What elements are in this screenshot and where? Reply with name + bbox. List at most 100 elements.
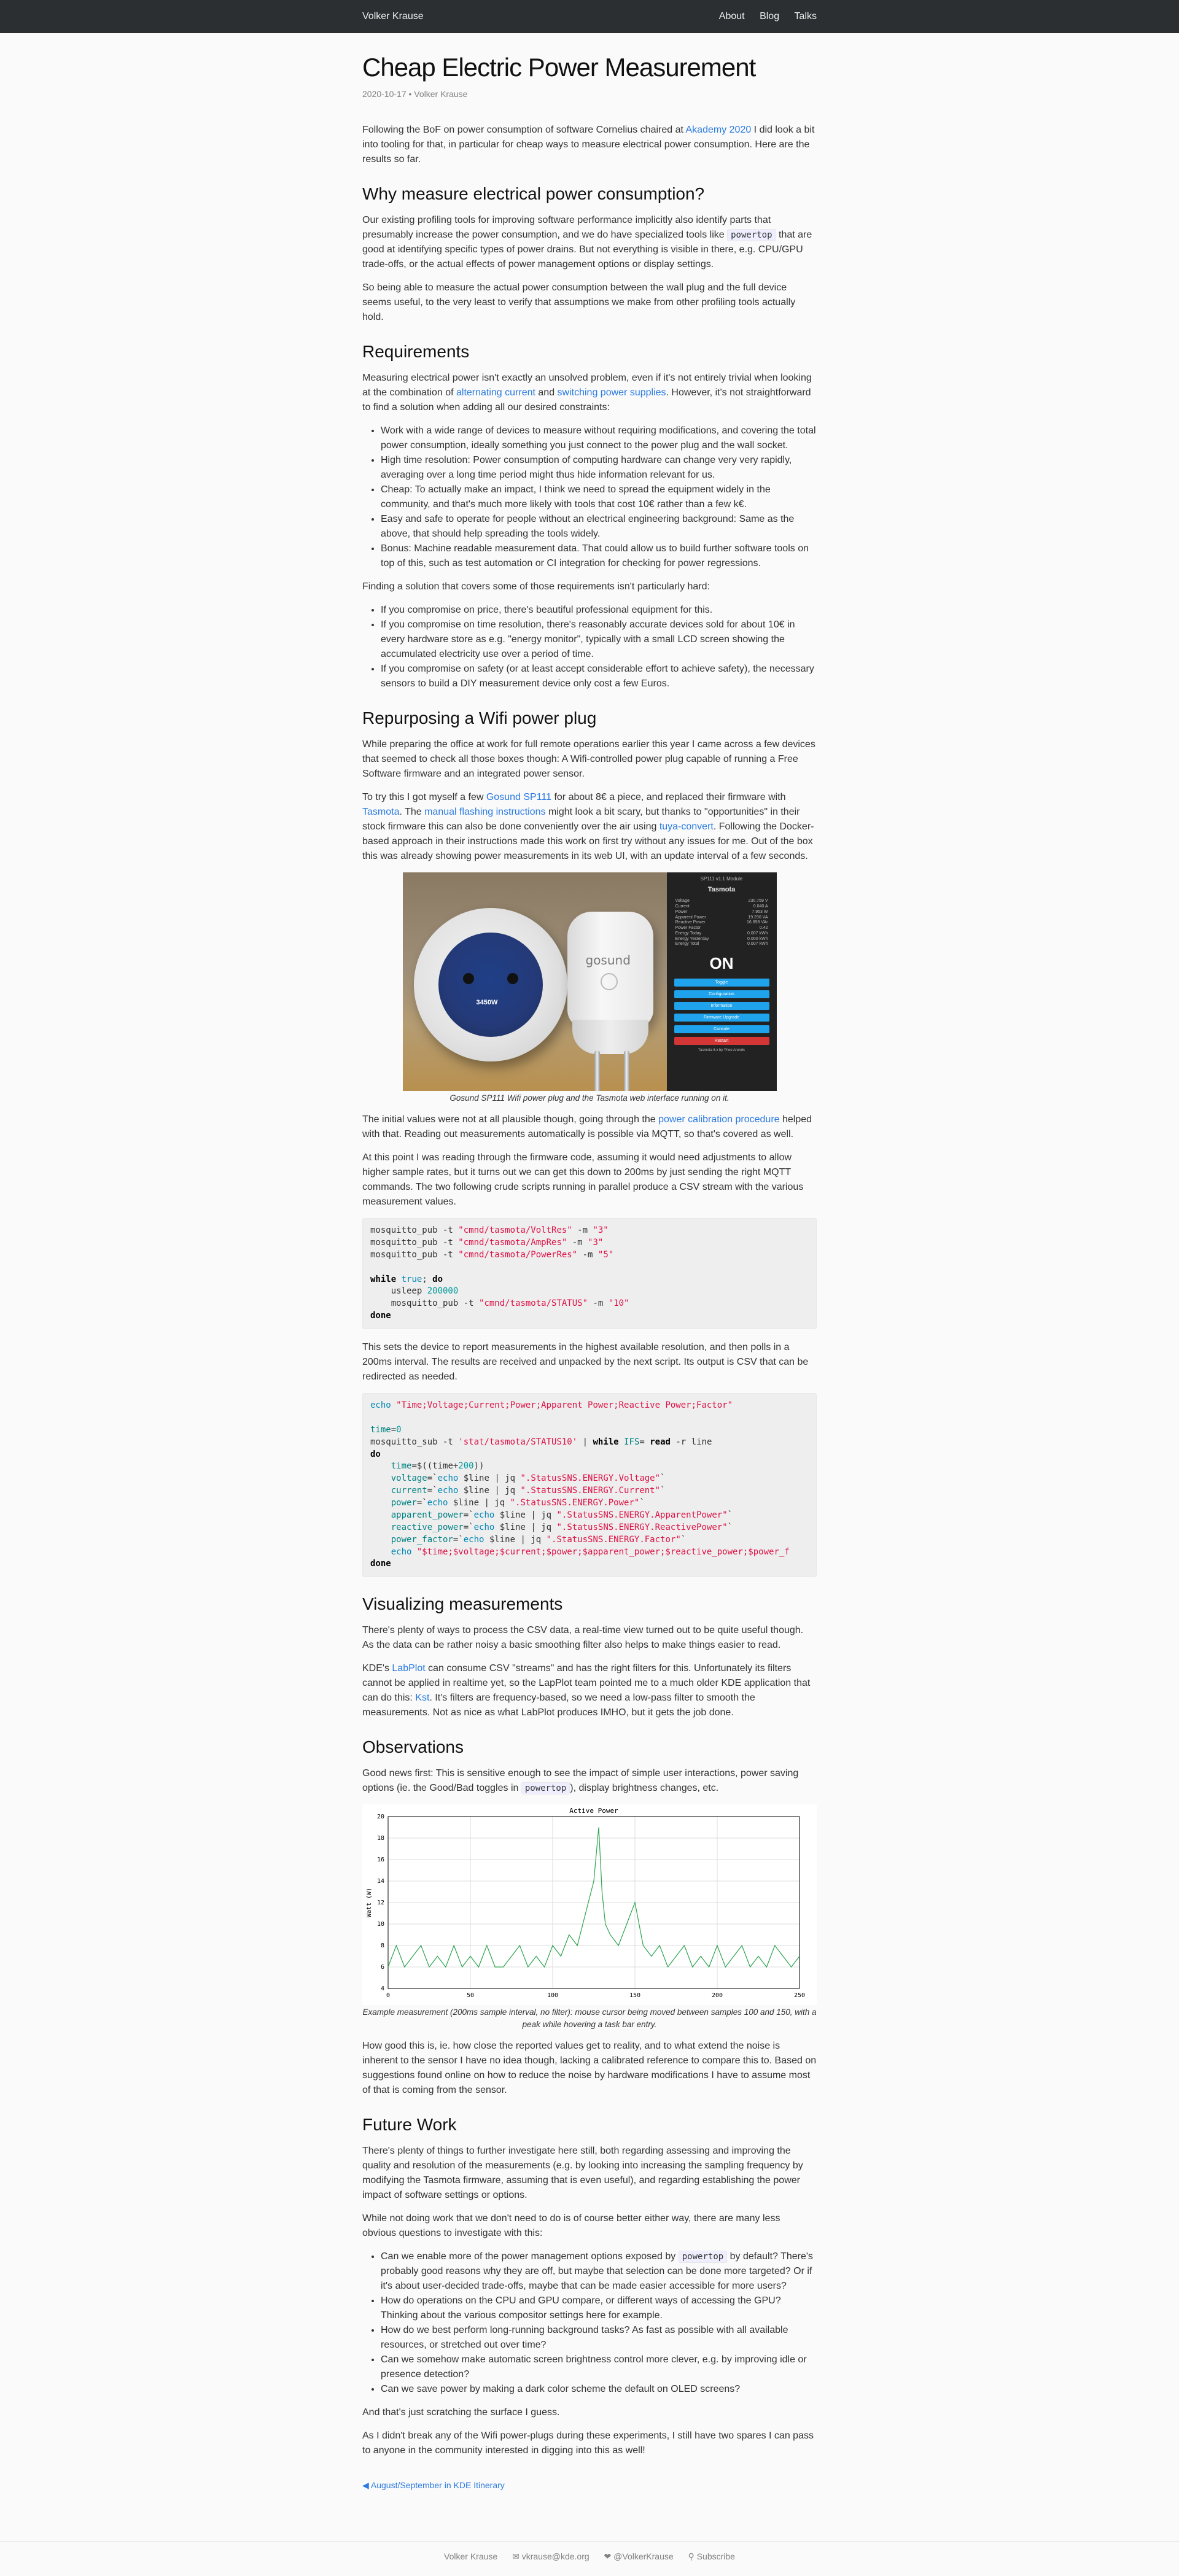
powertop-code: powertop bbox=[521, 1782, 570, 1795]
list-item: Work with a wide range of devices to mea… bbox=[381, 424, 817, 453]
y-tick-label: 14 bbox=[377, 1878, 384, 1885]
y-tick-label: 6 bbox=[381, 1964, 384, 1971]
tuya-convert-link[interactable]: tuya-convert bbox=[660, 821, 714, 832]
list-item: Can we enable more of the power manageme… bbox=[381, 2249, 817, 2294]
toggle-button: Toggle bbox=[674, 978, 769, 987]
list-item: If you compromise on time resolution, th… bbox=[381, 618, 817, 662]
plug-pin bbox=[623, 1050, 629, 1091]
list-item: Easy and safe to operate for people with… bbox=[381, 512, 817, 541]
chart-figure: 0 50 100 150 200 250 4 6 8 10 12 14 16 18 20 Active Pow… bbox=[362, 1804, 817, 2030]
footer-twitter-link[interactable]: ❤ @VolkerKrause bbox=[604, 2551, 674, 2561]
plug-photo: 3450W gosund SP111 v1.1 Module Tasmota V… bbox=[402, 872, 777, 1091]
wifi-paragraph-4: At this point I was reading through the … bbox=[362, 1152, 804, 1208]
ui-row: Current 0.040 A bbox=[672, 904, 772, 910]
footer-name: Volker Krause bbox=[444, 2551, 498, 2562]
x-tick-label: 100 bbox=[547, 1992, 558, 1999]
x-tick-label: 150 bbox=[629, 1992, 640, 1999]
plug-base bbox=[572, 1019, 648, 1054]
req-paragraph-1: Measuring electrical power isn't exactly… bbox=[362, 372, 812, 413]
y-tick-label: 8 bbox=[381, 1942, 384, 1949]
post-title: Cheap Electric Power Measurement bbox=[362, 53, 756, 82]
restart-button: Restart bbox=[674, 1036, 769, 1045]
ui-row-value: 16.898 VAr bbox=[746, 920, 768, 925]
footer-subscribe-link[interactable]: ⚲ Subscribe bbox=[688, 2551, 735, 2561]
ui-row-value: 0.007 kWh bbox=[747, 931, 768, 936]
heading-visualizing: Visualizing measurements bbox=[362, 1594, 563, 1614]
y-tick-label: 12 bbox=[377, 1899, 384, 1906]
y-tick-label: 10 bbox=[377, 1921, 384, 1928]
ui-row-label: Current bbox=[675, 904, 690, 909]
tasmota-footer: Tasmota 8.x by Theo Arends bbox=[698, 1048, 745, 1052]
ui-row-value: 0.000 kWh bbox=[747, 936, 768, 941]
ui-row: Power Factor 0.42 bbox=[672, 926, 772, 931]
why-paragraph-2: So being able to measure the actual powe… bbox=[362, 282, 796, 322]
vis-paragraph-2: KDE's LabPlot can consume CSV "streams" … bbox=[362, 1663, 811, 1718]
heading-requirements: Requirements bbox=[362, 341, 470, 361]
ui-row-label: Power bbox=[675, 909, 688, 914]
x-tick-label: 200 bbox=[712, 1992, 723, 1999]
wifi-paragraph-2: To try this I got myself a few Gosund SP… bbox=[362, 791, 814, 861]
questions-list: Can we enable more of the power manageme… bbox=[362, 2249, 817, 2397]
ui-row-value: 0.42 bbox=[759, 926, 768, 930]
y-tick-label: 18 bbox=[377, 1835, 384, 1842]
ui-row-label: Voltage bbox=[675, 899, 690, 904]
powertop-code: powertop bbox=[678, 2251, 728, 2264]
firmware-upgrade-button: Firmware Upgrade bbox=[674, 1013, 769, 1022]
ui-row: Power 7.953 W bbox=[672, 910, 772, 915]
list-item: If you compromise on price, there's beau… bbox=[381, 603, 817, 618]
y-axis-label: Watt (W) bbox=[366, 1888, 373, 1917]
socket-hole bbox=[462, 972, 474, 984]
gosund-link[interactable]: Gosund SP111 bbox=[486, 792, 551, 802]
photo-figure: 3450W gosund SP111 v1.1 Module Tasmota V… bbox=[362, 872, 817, 1104]
ui-row-value: 230.759 V bbox=[748, 899, 768, 904]
ui-row: Energy Today 0.007 kWh bbox=[672, 931, 772, 937]
powertop-code: powertop bbox=[727, 228, 776, 241]
ui-row: Reactive Power 16.898 VAr bbox=[672, 920, 772, 926]
list-item: Can we somehow make automatic screen bri… bbox=[381, 2353, 817, 2382]
labplot-link[interactable]: LabPlot bbox=[392, 1663, 425, 1674]
heading-observations: Observations bbox=[362, 1737, 464, 1757]
previous-post-link[interactable]: ◀ August/September in KDE Itinerary bbox=[362, 2480, 505, 2490]
round-plug-image: 3450W bbox=[413, 907, 567, 1061]
compromise-list: If you compromise on price, there's beau… bbox=[362, 603, 817, 691]
switching-power-supplies-link[interactable]: switching power supplies bbox=[558, 387, 666, 398]
intro-paragraph: Following the BoF on power consumption o… bbox=[362, 124, 815, 165]
list-item: If you compromise on safety (or at least… bbox=[381, 662, 817, 691]
side-plug-image: gosund bbox=[567, 911, 653, 1028]
ui-row-label: Energy Total bbox=[675, 942, 699, 947]
list-item: How do we best perform long-running back… bbox=[381, 2323, 817, 2353]
y-tick-label: 16 bbox=[377, 1856, 384, 1863]
future-paragraph-2: While not doing work that we don't need … bbox=[362, 2213, 780, 2239]
akademy-link[interactable]: Akademy 2020 bbox=[686, 125, 752, 135]
post: Cheap Electric Power Measurement 2020-10… bbox=[362, 33, 817, 2492]
flashing-instructions-link[interactable]: manual flashing instructions bbox=[424, 807, 545, 817]
socket-face: 3450W bbox=[438, 932, 543, 1037]
tasmota-screenshot: SP111 v1.1 Module Tasmota Voltage 230.759… bbox=[666, 872, 777, 1091]
photo-caption: Gosund SP111 Wifi power plug and the Tas… bbox=[449, 1093, 730, 1103]
site-header: Volker Krause About Blog Talks bbox=[0, 0, 1179, 33]
list-item: Cheap: To actually make an impact, I thi… bbox=[381, 483, 817, 512]
calibration-link[interactable]: power calibration procedure bbox=[658, 1114, 779, 1125]
nav-blog[interactable]: Blog bbox=[760, 11, 779, 21]
y-tick-label: 20 bbox=[377, 1814, 384, 1820]
obs-paragraph-1: Good news first: This is sensitive enoug… bbox=[362, 1768, 799, 1795]
plug-button-icon bbox=[600, 972, 618, 990]
chart-title: Active Power bbox=[569, 1807, 618, 1815]
x-tick-label: 250 bbox=[794, 1992, 805, 1999]
power-chart: 0 50 100 150 200 250 4 6 8 10 12 14 16 18 20 Active Pow… bbox=[362, 1804, 817, 2006]
nav-about[interactable]: About bbox=[719, 11, 745, 21]
ui-row-value: 0.040 A bbox=[753, 904, 768, 909]
alternating-current-link[interactable]: alternating current bbox=[456, 387, 535, 398]
ui-row-label: Apparent Power bbox=[675, 915, 706, 920]
kst-link[interactable]: Kst bbox=[415, 1693, 429, 1703]
site-title-link[interactable]: Volker Krause bbox=[362, 0, 424, 33]
code-block-subscribe: echo "Time;Voltage;Current;Power;Apparen… bbox=[362, 1393, 817, 1578]
nav-talks[interactable]: Talks bbox=[795, 11, 817, 21]
gosund-logo: gosund bbox=[585, 952, 631, 968]
footer-email-link[interactable]: ✉ vkrause@kde.org bbox=[512, 2551, 590, 2561]
previous-post: ◀ August/September in KDE Itinerary bbox=[362, 2479, 817, 2492]
y-tick-label: 4 bbox=[381, 1985, 384, 1992]
chart-svg: 0 50 100 150 200 250 4 6 8 10 12 14 16 18 20 Active Pow… bbox=[362, 1804, 817, 2006]
obs-paragraph-2: How good this is, ie. how close the repo… bbox=[362, 2041, 817, 2096]
tasmota-link[interactable]: Tasmota bbox=[362, 807, 399, 817]
